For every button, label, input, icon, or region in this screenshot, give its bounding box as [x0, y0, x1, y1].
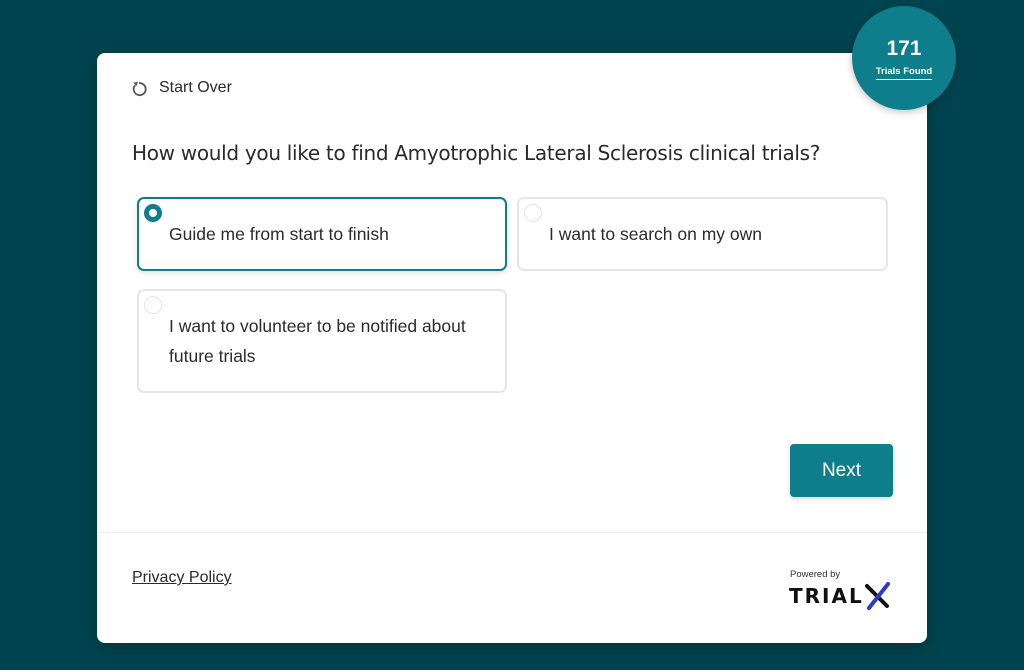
footer-divider	[97, 532, 927, 533]
refresh-icon	[131, 79, 147, 97]
option-label: I want to search on my own	[549, 224, 763, 244]
radio-button[interactable]	[524, 204, 542, 222]
trialx-logo: TRIAL	[789, 582, 899, 610]
option-label: Guide me from start to finish	[169, 224, 389, 244]
trials-count: 171	[886, 37, 922, 60]
privacy-policy-link[interactable]: Privacy Policy	[132, 569, 232, 587]
option-label: I want to volunteer to be notified about…	[169, 316, 466, 366]
question-title: How would you like to find Amyotrophic L…	[132, 141, 821, 165]
option-guide-me[interactable]: Guide me from start to finish	[137, 197, 507, 271]
powered-by-trialx: Powered by TRIAL	[789, 569, 899, 610]
trials-found-label: Trials Found	[875, 66, 933, 80]
radio-button[interactable]	[144, 204, 162, 222]
question-card: Start Over How would you like to find Am…	[97, 53, 927, 643]
start-over-label: Start Over	[159, 79, 232, 96]
brand-name: TRIAL	[789, 584, 864, 608]
trials-found-badge: 171 Trials Found	[852, 6, 956, 110]
option-volunteer[interactable]: I want to volunteer to be notified about…	[137, 289, 507, 393]
start-over-button[interactable]: Start Over	[131, 79, 232, 97]
radio-button[interactable]	[144, 296, 162, 314]
trialx-x-icon	[865, 582, 890, 610]
option-search-own[interactable]: I want to search on my own	[517, 197, 888, 271]
next-button[interactable]: Next	[790, 444, 893, 497]
powered-by-label: Powered by	[790, 569, 841, 580]
